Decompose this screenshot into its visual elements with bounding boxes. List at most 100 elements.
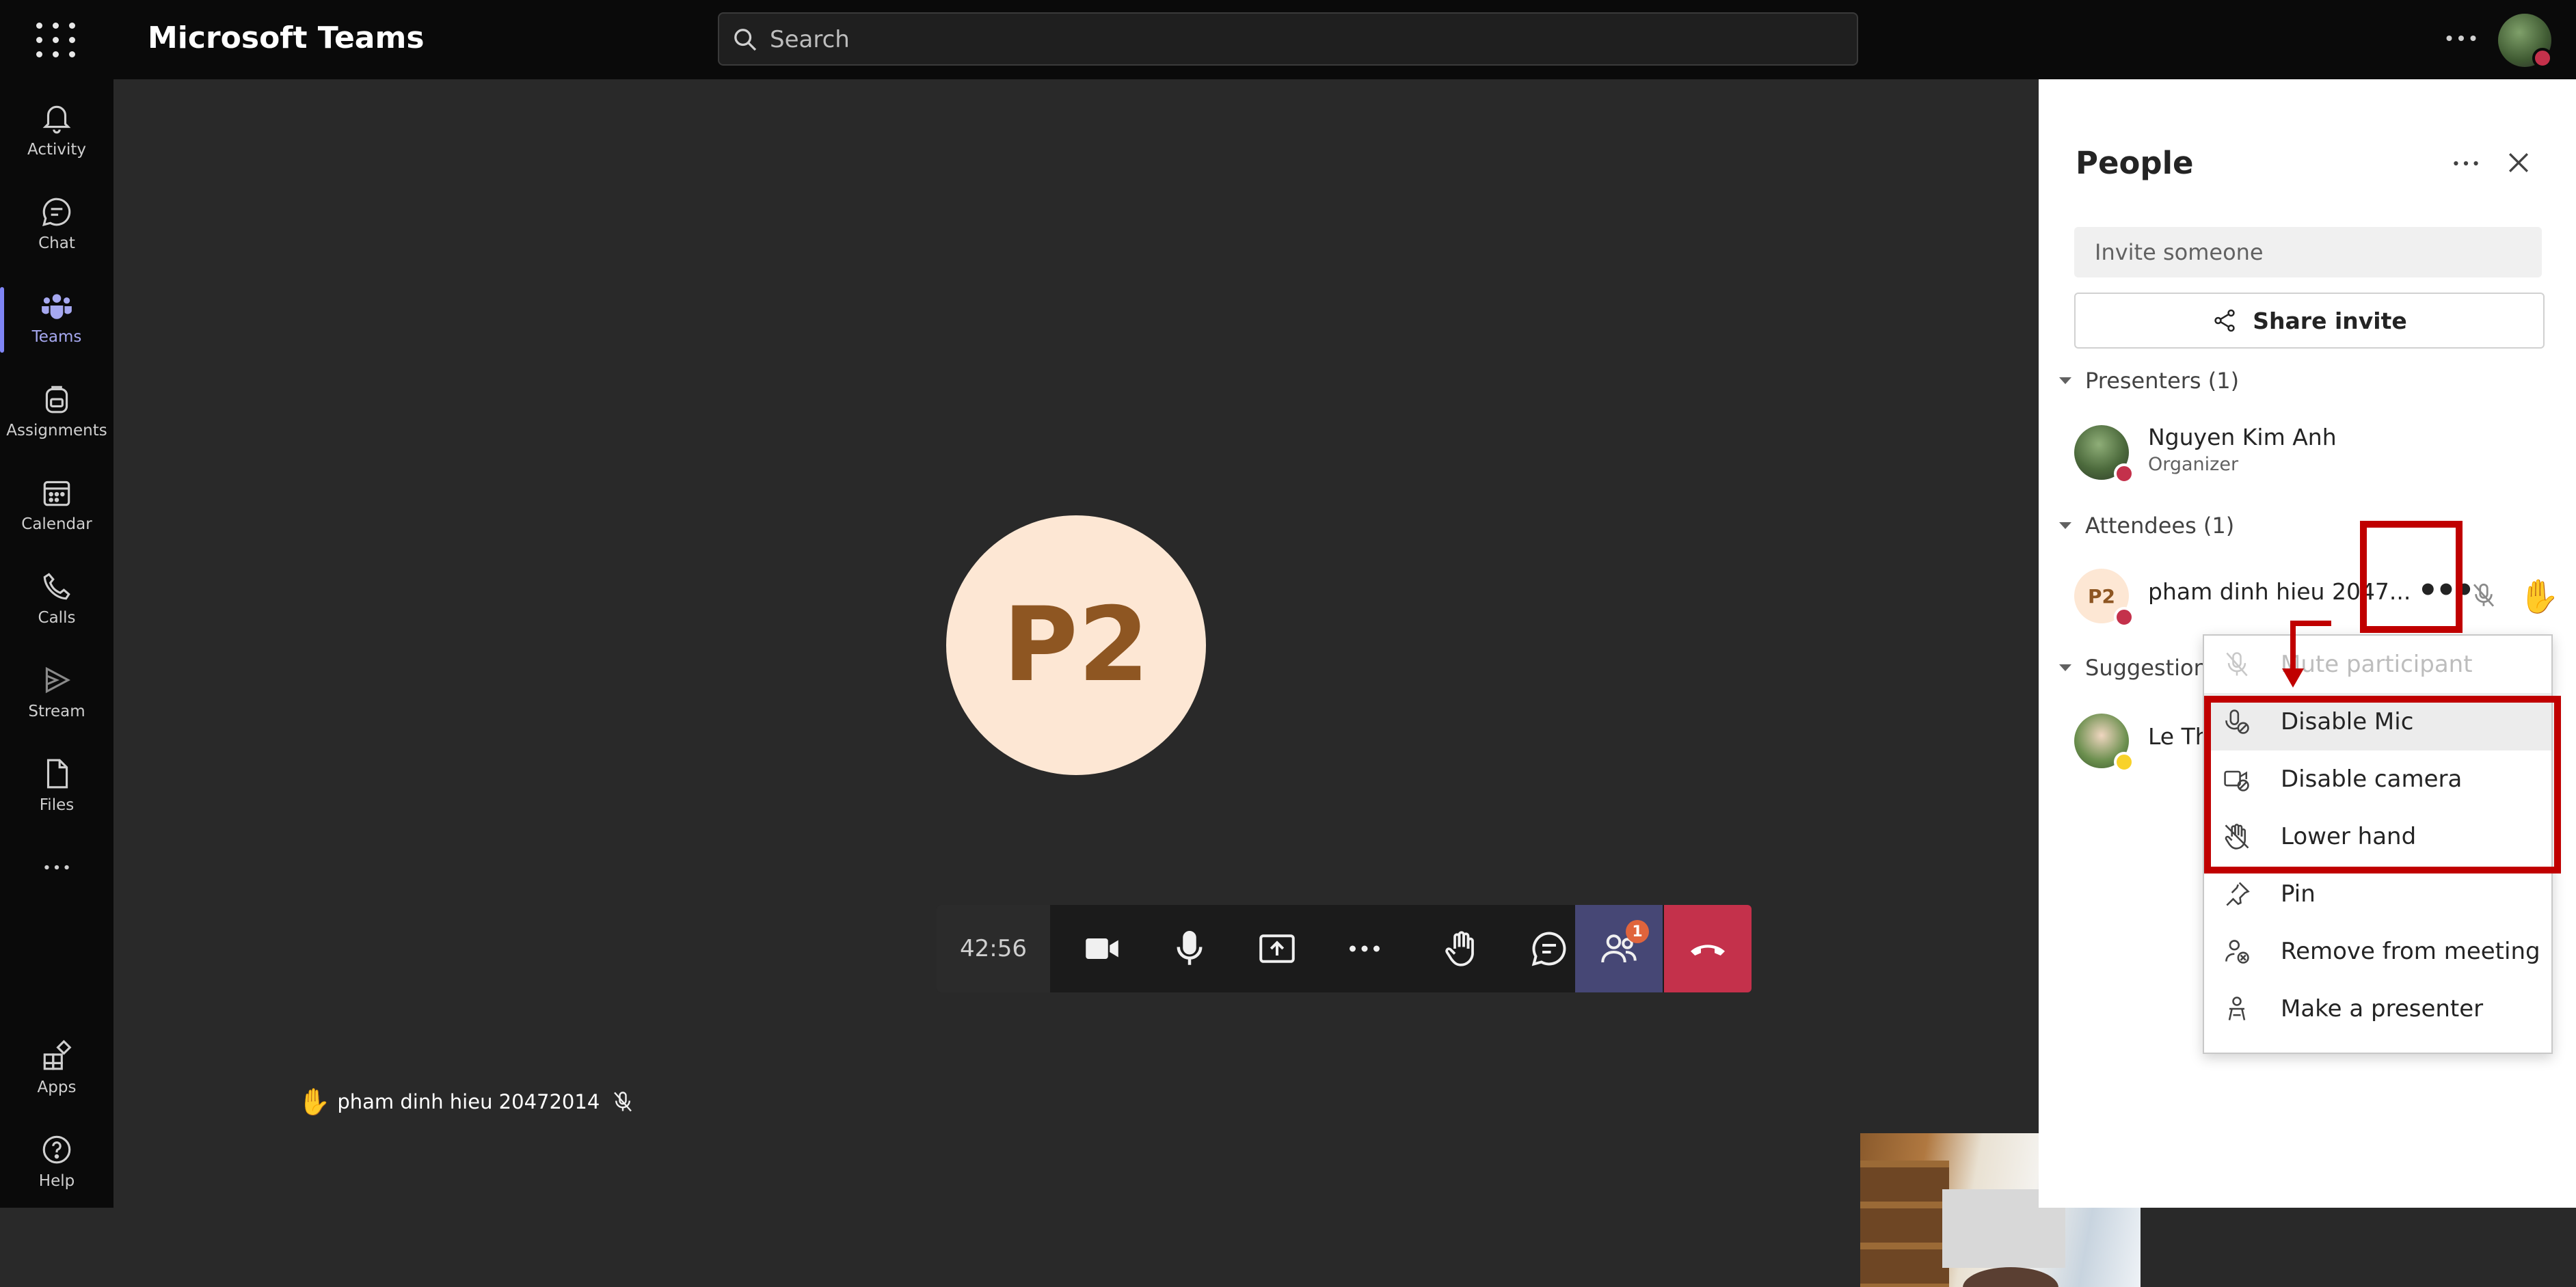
camera-button[interactable] [1058, 905, 1146, 992]
share-screen-icon [1259, 934, 1295, 963]
rail-item-apps[interactable]: Apps [0, 1029, 113, 1111]
self-name: pham dinh hieu 20472014 [337, 1090, 600, 1113]
attendees-header: Attendees (1) [2085, 513, 2235, 539]
remove-person-icon [2225, 940, 2249, 964]
share-screen-button[interactable] [1233, 905, 1321, 992]
bell-icon [42, 105, 71, 134]
search-icon [734, 29, 757, 51]
mic-off-icon [2226, 652, 2248, 677]
video-camera-icon [1086, 938, 1118, 959]
raised-hand-icon: ✋ [298, 1086, 331, 1117]
invite-input[interactable] [2074, 227, 2542, 277]
chevron-down-icon [2059, 522, 2071, 529]
rail-item-assignments[interactable]: Assignments [0, 372, 113, 455]
pin-icon [2226, 882, 2250, 906]
rail-label: Help [38, 1172, 75, 1190]
presenter-row[interactable]: Nguyen Kim Anh Organizer [2074, 420, 2553, 485]
rail-item-activity[interactable]: Activity [0, 92, 113, 174]
panel-title: People [2076, 145, 2194, 181]
backpack-icon [45, 385, 68, 414]
hand-icon [1445, 931, 1474, 966]
presenter-icon [2228, 997, 2246, 1020]
chat-icon [42, 198, 71, 226]
rail-item-calendar[interactable]: Calendar [0, 466, 113, 548]
call-timer: 42:56 [937, 905, 1050, 992]
hang-up-button[interactable] [1664, 905, 1752, 992]
chat-icon [1531, 932, 1566, 966]
help-icon [42, 1135, 71, 1164]
mic-off-icon [2473, 583, 2495, 607]
suggestions-section-toggle[interactable]: Suggestions [2059, 655, 2219, 681]
highlight-more-options [2360, 521, 2463, 633]
rail-item-stream[interactable]: Stream [0, 653, 113, 735]
participants-count-badge: 1 [1626, 920, 1649, 943]
highlight-menu-options [2204, 696, 2561, 873]
menu-item-label: Mute participant [2281, 651, 2473, 678]
rail-label: Apps [37, 1079, 77, 1096]
mic-button[interactable] [1146, 905, 1233, 992]
away-status-icon [2114, 752, 2134, 772]
microphone-icon [1177, 931, 1203, 965]
menu-item-label: Remove from meeting [2281, 938, 2540, 965]
raised-hand-icon: ✋ [2519, 578, 2560, 616]
rail-label: Calendar [21, 515, 92, 533]
rail-label: Teams [31, 328, 82, 346]
share-invite-label: Share invite [2253, 307, 2407, 334]
rail-item-help[interactable]: Help [0, 1123, 113, 1205]
menu-item-pin[interactable]: Pin [2204, 865, 2551, 923]
more-actions-button[interactable] [1321, 905, 1408, 992]
chevron-down-icon [2059, 377, 2071, 384]
chevron-down-icon [2059, 664, 2071, 671]
rail-label: Chat [38, 234, 75, 252]
search-input[interactable] [768, 21, 1797, 59]
participants-button[interactable]: 1 [1575, 905, 1663, 992]
attendee-row[interactable]: P2 pham dinh hieu 2047... ••• ✋ [2074, 563, 2560, 629]
more-icon [44, 865, 69, 870]
more-icon [1350, 945, 1380, 952]
raise-hand-button[interactable] [1418, 905, 1505, 992]
phone-icon [43, 573, 70, 600]
app-title: Microsoft Teams [148, 21, 425, 55]
share-icon [2214, 309, 2235, 332]
more-options-icon[interactable] [2441, 18, 2482, 59]
file-icon [46, 759, 68, 789]
panel-more-icon[interactable] [2449, 146, 2483, 180]
busy-status-icon [2114, 607, 2134, 627]
search-box[interactable] [718, 12, 1858, 66]
presenters-section-toggle[interactable]: Presenters (1) [2059, 368, 2239, 394]
busy-status-icon [2532, 48, 2553, 68]
presenter-name: Nguyen Kim Anh [2148, 424, 2337, 450]
suggestion-name: Le Th [2148, 723, 2210, 750]
rail-item-teams[interactable]: Teams [0, 279, 113, 361]
annotation-arrow [2290, 621, 2296, 674]
participant-avatar: P2 [946, 515, 1206, 775]
self-name-tag: ✋ pham dinh hieu 20472014 [298, 1081, 635, 1122]
app-launcher-icon[interactable] [34, 19, 79, 60]
busy-status-icon [2114, 463, 2134, 484]
call-controls: 42:56 1 [937, 905, 1752, 992]
rail-label: Calls [38, 609, 76, 627]
rail-item-files[interactable]: Files [0, 747, 113, 829]
presenters-header: Presenters (1) [2085, 368, 2240, 394]
menu-item-remove-from-meeting[interactable]: Remove from meeting [2204, 923, 2551, 980]
teams-icon [42, 294, 72, 319]
annotation-arrow [2290, 621, 2331, 626]
rail-label: Activity [27, 141, 86, 159]
attendees-section-toggle[interactable]: Attendees (1) [2059, 513, 2234, 539]
calendar-icon [43, 480, 70, 506]
rail-item-calls[interactable]: Calls [0, 560, 113, 642]
menu-item-make-presenter[interactable]: Make a presenter [2204, 980, 2551, 1038]
rail-label: Assignments [6, 422, 107, 439]
stream-icon [45, 666, 70, 694]
rail-item-chat[interactable]: Chat [0, 185, 113, 267]
close-icon[interactable] [2504, 148, 2534, 178]
menu-item-label: Make a presenter [2281, 995, 2484, 1022]
app-rail: Activity Chat Teams Assignments Calendar… [0, 79, 113, 1208]
annotation-arrow-head [2282, 668, 2304, 688]
menu-item-mute-participant: Mute participant [2204, 636, 2551, 693]
user-avatar[interactable] [2498, 14, 2553, 68]
share-invite-button[interactable]: Share invite [2074, 293, 2545, 349]
suggestions-header: Suggestions [2085, 655, 2219, 681]
rail-label: Files [39, 796, 75, 814]
rail-more-apps[interactable] [0, 841, 113, 923]
